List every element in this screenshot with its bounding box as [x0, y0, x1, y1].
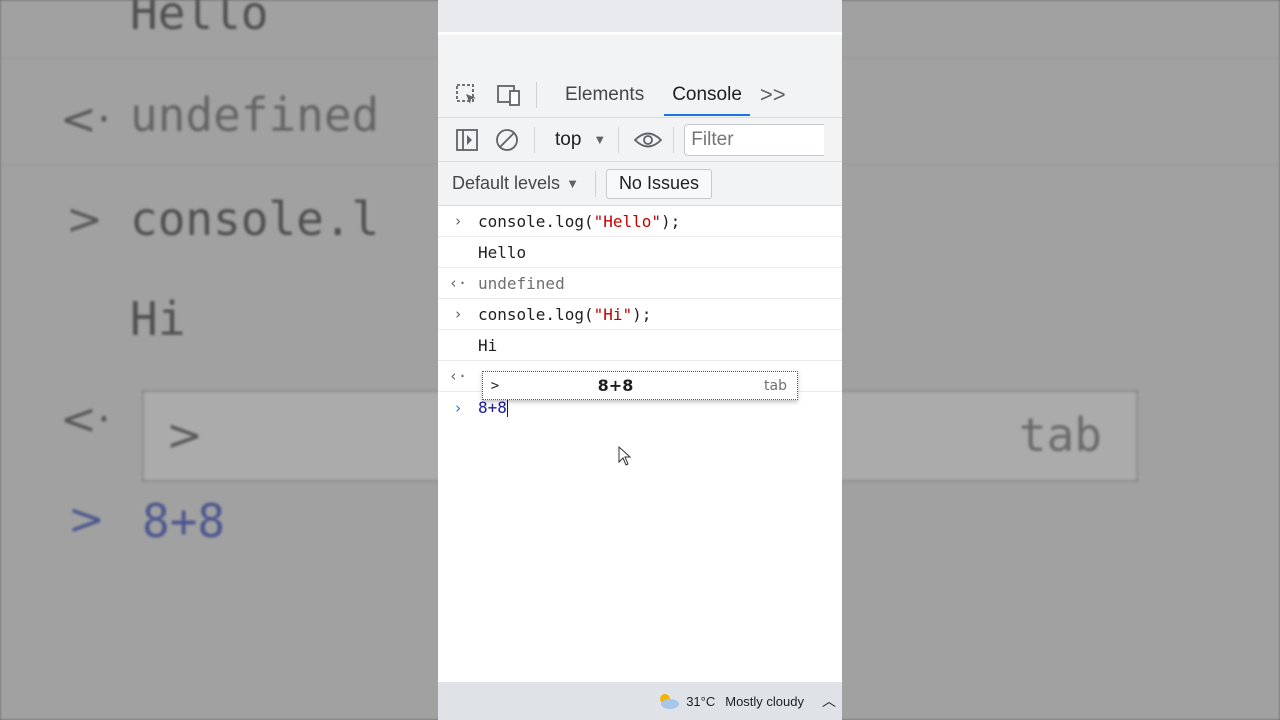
bg-text-hi: Hi: [130, 292, 186, 346]
bg-chevron-icon: >: [166, 410, 203, 461]
mouse-pointer-icon: [618, 445, 632, 471]
console-entry: › console.log("Hi");: [438, 299, 842, 330]
suggestion-tab-hint: tab: [764, 377, 787, 394]
bg-prompt-icon: >: [68, 494, 105, 545]
bg-text-input: 8+8: [142, 494, 226, 548]
input-chevron-icon: ›: [453, 212, 463, 230]
return-arrow-icon: ‹·: [448, 367, 468, 385]
bg-tab-hint: tab: [1018, 408, 1102, 462]
bg-return-icon: <·: [60, 394, 111, 445]
console-entry: ‹· undefined: [438, 268, 842, 299]
default-levels-label: Default levels: [452, 173, 561, 193]
devtools-panel: Elements Console >> top ▼ Default levels…: [438, 0, 842, 720]
bg-chevron-icon: >: [66, 194, 103, 245]
code-text: );: [632, 304, 652, 324]
console-entry: Hi: [438, 330, 842, 361]
temperature: 31°C: [686, 693, 716, 709]
bg-text-console: console.l: [130, 192, 380, 246]
context-selector[interactable]: top ▼: [555, 129, 606, 151]
dropdown-triangle-icon: ▼: [566, 176, 579, 191]
return-arrow-icon: ‹·: [448, 274, 468, 292]
tab-separator: [536, 81, 537, 108]
prompt-chevron-icon: ›: [453, 398, 463, 417]
inspect-element-icon[interactable]: [452, 80, 482, 110]
suggestion-chevron-icon: >: [490, 377, 500, 394]
sidebar-toggle-icon[interactable]: [452, 125, 482, 155]
toolbar-separator: [534, 126, 535, 153]
console-toolbar: top ▼: [438, 118, 842, 162]
filter-input[interactable]: [684, 123, 825, 156]
taskbar: 31°C Mostly cloudy ︿: [438, 682, 842, 720]
clear-console-icon[interactable]: [492, 125, 522, 155]
browser-address-area: [438, 32, 842, 72]
input-chevron-icon: ›: [453, 305, 463, 323]
context-label: top: [555, 128, 582, 150]
console-entry: › console.log("Hello");: [438, 206, 842, 237]
weather-condition: Mostly cloudy: [725, 693, 804, 709]
string-literal: "Hello": [593, 211, 662, 231]
text-caret: [506, 398, 508, 417]
weather-widget[interactable]: 31°C Mostly cloudy: [656, 692, 804, 710]
toolbar-separator: [618, 126, 620, 153]
devtools-tab-bar: Elements Console >>: [438, 72, 842, 118]
no-issues-button[interactable]: No Issues: [605, 168, 712, 199]
console-output[interactable]: › console.log("Hello"); Hello ‹· undefin…: [438, 206, 842, 423]
code-text: console.log(: [478, 211, 594, 231]
bg-text-hello: Hello: [130, 0, 269, 40]
string-literal: "Hi": [593, 304, 633, 324]
default-levels-dropdown[interactable]: Default levels ▼: [452, 173, 579, 194]
autocomplete-suggestion[interactable]: > 8+8 tab: [482, 371, 798, 400]
levels-bar: Default levels ▼ No Issues: [438, 162, 842, 206]
levels-separator: [594, 170, 596, 197]
toolbar-separator: [673, 126, 675, 153]
tab-elements[interactable]: Elements: [551, 72, 658, 118]
bg-text-undefined: undefined: [130, 88, 380, 142]
suggestion-value: 8+8: [597, 376, 634, 395]
tab-console[interactable]: Console: [658, 72, 756, 118]
cloud-sun-icon: [660, 694, 680, 709]
code-text: );: [661, 211, 681, 231]
eye-icon[interactable]: [633, 125, 663, 155]
device-toolbar-icon[interactable]: [494, 80, 524, 110]
dropdown-triangle-icon: ▼: [593, 132, 607, 147]
browser-top-bar: [438, 0, 842, 32]
bg-return-icon: <·: [60, 94, 111, 145]
log-output: Hi: [478, 335, 498, 355]
console-entry: Hello: [438, 237, 842, 268]
code-text: console.log(: [478, 304, 594, 324]
more-tabs-icon[interactable]: >>: [756, 82, 786, 108]
chevron-up-icon[interactable]: ︿: [822, 691, 836, 711]
log-output: Hello: [478, 242, 527, 262]
return-value: undefined: [478, 273, 565, 293]
console-input[interactable]: 8+8: [478, 398, 507, 417]
